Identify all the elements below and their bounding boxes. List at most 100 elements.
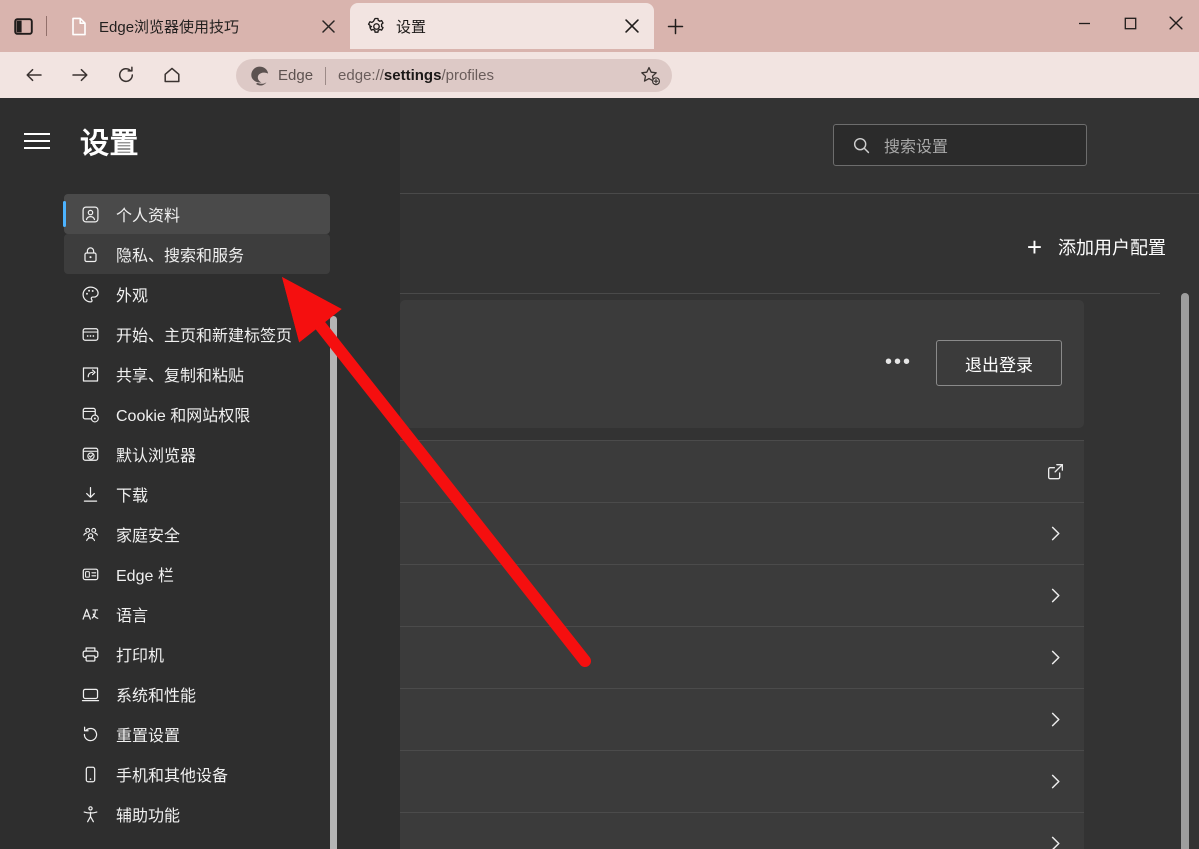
tab-edge-tips[interactable]: Edge浏览器使用技巧 xyxy=(53,3,350,49)
plus-icon: + xyxy=(1027,234,1042,260)
search-icon xyxy=(850,134,872,156)
table-row[interactable] xyxy=(400,751,1084,813)
sidebar-item-downloads[interactable]: 下载 xyxy=(64,474,330,514)
sidebar-item-label: Edge 栏 xyxy=(116,562,174,586)
chevron-right-icon[interactable] xyxy=(1044,833,1066,849)
default-browser-icon xyxy=(78,442,102,466)
tab-strip-divider xyxy=(46,16,47,36)
sidebar-item-share-copy-paste[interactable]: 共享、复制和粘贴 xyxy=(64,354,330,394)
content-body: + 添加用户配置 ••• 退出登录 xyxy=(400,194,1199,849)
sidebar-item-label: 隐私、搜索和服务 xyxy=(116,242,244,266)
accessibility-icon xyxy=(78,802,102,826)
tab-settings[interactable]: 设置 xyxy=(350,3,654,49)
selected-indicator xyxy=(63,801,66,827)
sidebar-item-reset-settings[interactable]: 重置设置 xyxy=(64,714,330,754)
edge-bar-icon xyxy=(78,562,102,586)
sidebar-item-languages[interactable]: 语言 xyxy=(64,594,330,634)
close-icon[interactable] xyxy=(618,12,646,40)
close-window-button[interactable] xyxy=(1153,0,1199,46)
content-scrollbar-thumb[interactable] xyxy=(1181,293,1189,849)
selected-indicator xyxy=(63,361,66,387)
share-icon xyxy=(78,362,102,386)
sidebar-item-family-safety[interactable]: 家庭安全 xyxy=(64,514,330,554)
selected-indicator xyxy=(63,481,66,507)
chevron-right-icon[interactable] xyxy=(1044,647,1066,669)
sidebar-item-phone-other-devices[interactable]: 手机和其他设备 xyxy=(64,754,330,794)
chevron-right-icon[interactable] xyxy=(1044,709,1066,731)
table-row[interactable] xyxy=(400,627,1084,689)
selected-indicator xyxy=(63,441,66,467)
table-row[interactable] xyxy=(400,503,1084,565)
tab-actions-icon[interactable] xyxy=(0,0,46,52)
download-icon xyxy=(78,482,102,506)
sidebar-item-appearance[interactable]: 外观 xyxy=(64,274,330,314)
close-icon[interactable] xyxy=(314,12,342,40)
sidebar-item-accessibility[interactable]: 辅助功能 xyxy=(64,794,330,834)
reset-icon xyxy=(78,722,102,746)
selected-indicator xyxy=(63,401,66,427)
table-row[interactable] xyxy=(400,565,1084,627)
sidebar-item-printers[interactable]: 打印机 xyxy=(64,634,330,674)
minimize-button[interactable] xyxy=(1061,0,1107,46)
omnibox-brand-label: Edge xyxy=(278,67,313,84)
sidebar-item-cookies-permissions[interactable]: Cookie 和网站权限 xyxy=(64,394,330,434)
sidebar-item-label: 辅助功能 xyxy=(116,802,180,826)
sidebar-item-label: 手机和其他设备 xyxy=(116,762,228,786)
home-icon[interactable] xyxy=(152,58,192,92)
sign-out-button[interactable]: 退出登录 xyxy=(936,340,1062,386)
tab-strip: Edge浏览器使用技巧 设置 xyxy=(0,0,692,52)
url-bold: settings xyxy=(384,67,442,84)
sidebar-item-edge-bar[interactable]: Edge 栏 xyxy=(64,554,330,594)
window-controls xyxy=(1061,0,1199,46)
refresh-icon[interactable] xyxy=(106,58,146,92)
sidebar-item-system-performance[interactable]: 系统和性能 xyxy=(64,674,330,714)
table-row[interactable] xyxy=(400,440,1084,503)
open-external-icon[interactable] xyxy=(1044,461,1066,483)
sidebar-scrollbar-thumb[interactable] xyxy=(330,316,337,849)
url-suffix: /profiles xyxy=(441,67,494,84)
chevron-right-icon[interactable] xyxy=(1044,585,1066,607)
add-favorite-icon[interactable] xyxy=(638,64,662,88)
selected-indicator xyxy=(63,521,66,547)
system-performance-icon xyxy=(78,682,102,706)
sidebar-item-label: 个人资料 xyxy=(116,202,180,226)
table-row[interactable] xyxy=(400,689,1084,751)
selected-indicator xyxy=(63,561,66,587)
sidebar-item-default-browser[interactable]: 默认浏览器 xyxy=(64,434,330,474)
phone-devices-icon xyxy=(78,762,102,786)
settings-rows xyxy=(400,440,1084,849)
forward-arrow-icon[interactable] xyxy=(60,58,100,92)
omnibox-url: edge://settings/profiles xyxy=(338,67,494,84)
lock-icon xyxy=(78,242,102,266)
palette-icon xyxy=(78,282,102,306)
address-bar[interactable]: Edge edge://settings/profiles xyxy=(236,59,672,92)
chevron-right-icon[interactable] xyxy=(1044,523,1066,545)
back-arrow-icon[interactable] xyxy=(14,58,54,92)
add-profile-button[interactable]: + 添加用户配置 xyxy=(1027,234,1166,260)
sidebar-item-label: 家庭安全 xyxy=(116,522,180,546)
profile-more-icon[interactable]: ••• xyxy=(885,352,912,372)
cookie-permissions-icon xyxy=(78,402,102,426)
sidebar-item-profiles[interactable]: 个人资料 xyxy=(64,194,330,234)
add-profile-panel: + 添加用户配置 xyxy=(400,194,1160,294)
selected-indicator xyxy=(63,241,66,267)
page-title: 设置 xyxy=(80,120,139,162)
search-settings-box[interactable]: 搜索设置 xyxy=(833,124,1087,166)
tab-title: Edge浏览器使用技巧 xyxy=(99,16,314,37)
sidebar-item-privacy[interactable]: 隐私、搜索和服务 xyxy=(64,234,330,274)
settings-content: 搜索设置 + 添加用户配置 ••• 退出登录 xyxy=(400,98,1199,849)
browser-window: Edge浏览器使用技巧 设置 xyxy=(0,0,1199,849)
table-row[interactable] xyxy=(400,813,1084,849)
sidebar-item-start-home-newtab[interactable]: 开始、主页和新建标签页 xyxy=(64,314,330,354)
selected-indicator xyxy=(63,321,66,347)
printer-icon xyxy=(78,642,102,666)
url-prefix: edge:// xyxy=(338,67,384,84)
content-topbar: 搜索设置 xyxy=(400,98,1199,194)
hamburger-icon[interactable] xyxy=(24,124,58,158)
chevron-right-icon[interactable] xyxy=(1044,771,1066,793)
sidebar-item-label: 开始、主页和新建标签页 xyxy=(116,322,292,346)
maximize-button[interactable] xyxy=(1107,0,1153,46)
sidebar-header: 设置 xyxy=(0,98,400,184)
family-safety-icon xyxy=(78,522,102,546)
new-tab-button[interactable] xyxy=(658,9,692,43)
